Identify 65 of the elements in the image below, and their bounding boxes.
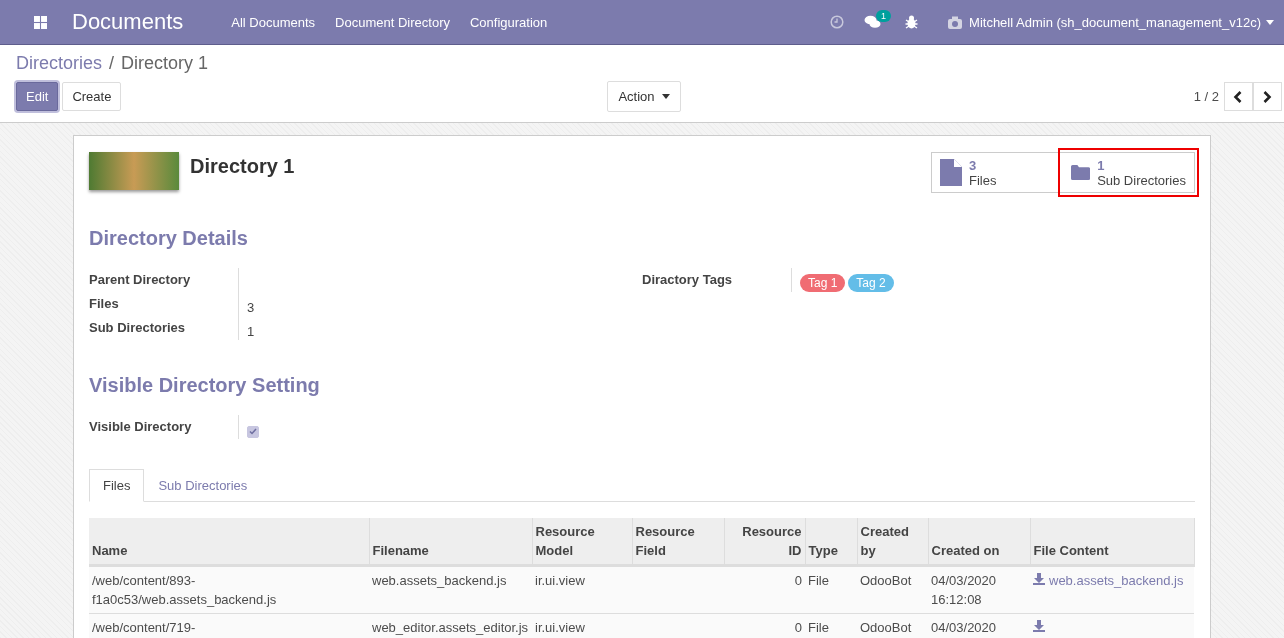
column-header[interactable]: Resource Field: [632, 518, 724, 566]
column-header[interactable]: Filename: [369, 518, 532, 566]
folder-icon: [1071, 163, 1091, 182]
column-header[interactable]: Name: [89, 518, 369, 566]
table-cell: 04/03/2020 16:12:08: [931, 573, 997, 607]
bug-icon[interactable]: [905, 15, 919, 29]
download-icon[interactable]: [1033, 620, 1045, 632]
column-header[interactable]: Resource ID: [724, 518, 805, 566]
message-count-badge: 1: [876, 10, 892, 22]
table-cell: 04/03/2020: [931, 620, 997, 635]
download-icon[interactable]: [1033, 573, 1045, 585]
previous-button[interactable]: [1224, 82, 1253, 111]
table-cell: File: [808, 620, 829, 635]
field-label: Files: [89, 292, 239, 316]
table-cell: 0: [794, 620, 802, 635]
tab[interactable]: Files: [89, 469, 145, 502]
field-label: Sub Directories: [89, 316, 239, 340]
field-label: Parent Directory: [89, 268, 239, 292]
column-header[interactable]: Type: [805, 518, 857, 566]
breadcrumb-separator: /: [109, 53, 115, 74]
visible-checkbox[interactable]: [247, 425, 259, 438]
section-heading: Directory Details: [89, 227, 249, 250]
app-title: Documents: [72, 9, 184, 35]
next-button[interactable]: [1253, 82, 1282, 111]
caret-icon: [661, 94, 670, 99]
clock-icon[interactable]: [830, 15, 845, 29]
action-dropdown[interactable]: Action: [607, 81, 681, 112]
pager-counter: 1 / 2: [1193, 89, 1219, 104]
apps-menu-icon[interactable]: [34, 15, 47, 29]
field-value: 1: [247, 324, 255, 339]
table-cell: web_editor.assets_editor.js: [372, 620, 529, 635]
breadcrumb-link[interactable]: Directories: [16, 53, 103, 74]
create-button[interactable]: Create: [62, 82, 122, 111]
edit-button[interactable]: Edit: [16, 82, 59, 111]
record-title: Directory 1: [190, 155, 295, 178]
avatar-icon: [948, 15, 965, 29]
table-cell: web.assets_backend.js: [372, 573, 507, 588]
column-header[interactable]: Created by: [857, 518, 928, 566]
chevron-left-icon: [1233, 90, 1244, 103]
column-header[interactable]: File Content: [1030, 518, 1194, 566]
tab[interactable]: Sub Directories: [144, 469, 262, 502]
user-menu[interactable]: Mitchell Admin (sh_document_management_v12c): [969, 14, 1261, 30]
chevron-right-icon: [1262, 90, 1273, 103]
breadcrumb-current: Directory 1: [121, 53, 209, 74]
column-header[interactable]: Created on: [928, 518, 1030, 566]
field-value: 3: [247, 300, 255, 315]
document-icon: [940, 159, 962, 186]
menu-item[interactable]: Document Directory: [335, 14, 450, 30]
table-cell: ir.ui.view: [535, 620, 585, 635]
table-cell: ir.ui.view: [535, 573, 585, 588]
field-label: Visible Directory: [89, 415, 239, 439]
table-cell: /web/content/719-: [92, 620, 196, 635]
field-label: Diractory Tags: [642, 268, 792, 292]
table-cell: OdooBot: [860, 573, 912, 588]
column-header[interactable]: Resource Model: [532, 518, 632, 566]
tag: Tag 2: [848, 274, 894, 292]
table-cell: OdooBot: [860, 620, 912, 635]
table-cell: File: [808, 573, 829, 588]
caret-icon[interactable]: [1266, 19, 1274, 25]
section-heading: Visible Directory Setting: [89, 374, 321, 397]
table-cell: 0: [794, 573, 802, 588]
table-cell: /web/content/893-f1a0c53/web.assets_backend.js: [92, 573, 277, 607]
menu-item[interactable]: All Documents: [231, 14, 316, 30]
menu-item[interactable]: Configuration: [469, 14, 548, 30]
tag: Tag 1: [800, 274, 846, 292]
